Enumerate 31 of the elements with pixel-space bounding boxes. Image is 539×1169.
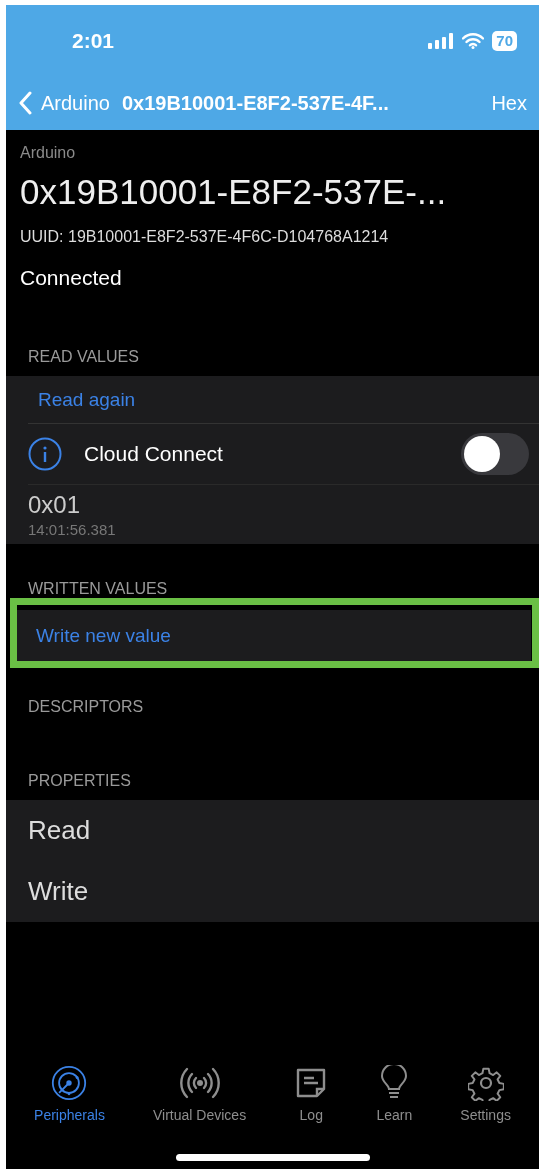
section-heading: PROPERTIES — [27, 772, 132, 790]
battery-level: 70 — [492, 31, 517, 51]
toggle-label: Cloud Connect — [84, 442, 223, 466]
toggle-switch[interactable] — [461, 433, 529, 475]
tab-item[interactable]: Settings — [460, 1065, 511, 1123]
tab-item[interactable]: Learn — [376, 1065, 413, 1123]
lightbulb-icon — [380, 1065, 409, 1101]
chevron-left-icon — [18, 91, 32, 115]
tab-item[interactable]: Peripherals — [34, 1065, 105, 1123]
settings-icon — [467, 1065, 504, 1101]
nav-title: 0x19B10001-E8F2-537E-4F... — [121, 91, 389, 115]
property-item: Write — [27, 875, 90, 908]
uuid-text: UUID: 19B10001-E8F2-537E-4F6C-D104768A1214 — [20, 228, 390, 246]
info-icon[interactable] — [28, 437, 62, 471]
characteristic-title: 0x19B10001-E8F2-537E-... — [20, 172, 448, 212]
write-new-value-button[interactable]: Write new value — [36, 625, 171, 647]
device-name: Arduino — [20, 144, 77, 162]
section-heading: DESCRIPTORS — [27, 698, 145, 716]
section-heading: READ VALUES — [27, 348, 140, 366]
section-heading: WRITTEN VALUES — [27, 580, 169, 598]
property-item: Read — [27, 814, 92, 847]
read-again-button[interactable]: Read again — [38, 388, 136, 411]
signal-icon — [428, 33, 455, 49]
wifi-icon — [462, 33, 485, 49]
broadcast-icon — [178, 1065, 221, 1101]
connection-status: Connected — [20, 266, 123, 290]
status-time: 2:01 — [72, 29, 115, 53]
timestamp: 14:01:56.381 — [28, 521, 117, 538]
tab-item[interactable]: Virtual Devices — [153, 1065, 247, 1123]
read-value: 0x01 — [28, 491, 82, 519]
tab-item[interactable]: Log — [294, 1065, 329, 1123]
